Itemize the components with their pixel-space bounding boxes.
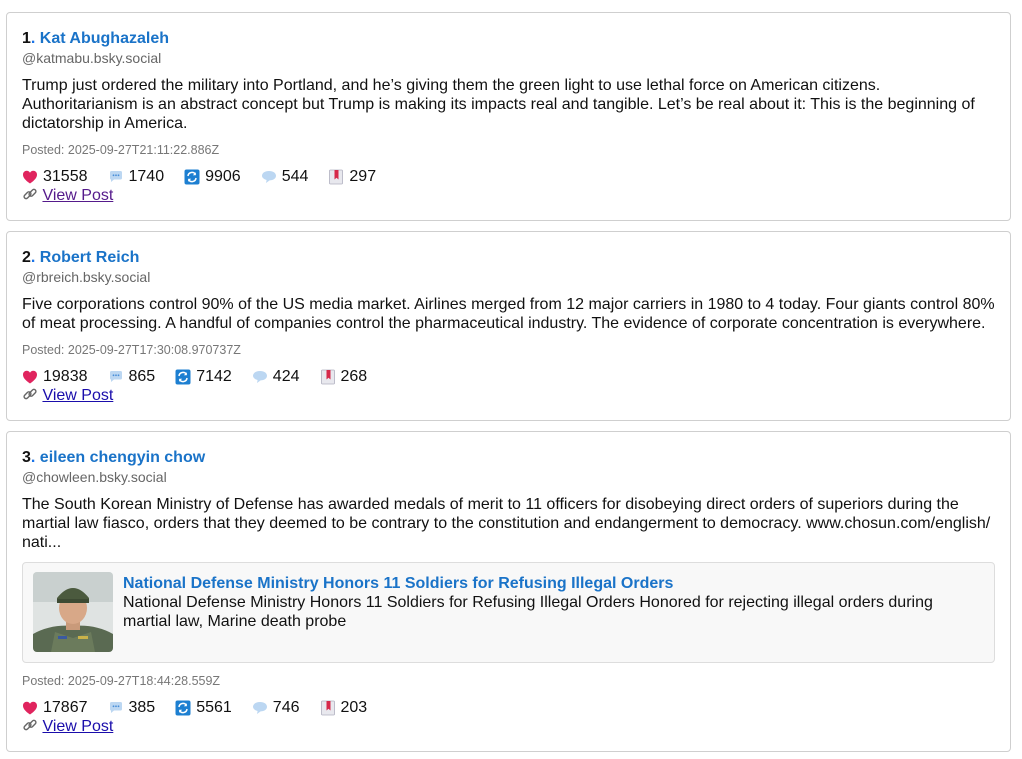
heart-icon <box>22 369 38 385</box>
post-number: 2 <box>22 249 31 266</box>
bookmarks-count: 297 <box>349 168 377 185</box>
author-link[interactable]: Robert Reich <box>40 249 140 266</box>
link-icon <box>22 717 38 733</box>
likes-count: 19838 <box>43 368 88 385</box>
author-handle: @rbreich.bsky.social <box>22 269 151 285</box>
post-text: The South Korean Ministry of Defense has… <box>22 496 991 551</box>
reply-bubble-icon <box>108 169 124 185</box>
view-post: View Post <box>22 717 113 737</box>
post-number: 3 <box>22 449 31 466</box>
link-preview-description: National Defense Ministry Honors 11 Sold… <box>123 594 933 630</box>
link-preview-thumbnail <box>33 572 113 652</box>
quotes-count: 746 <box>272 699 300 716</box>
bookmarks-stat: 297 <box>328 167 376 187</box>
reposts-count: 5561 <box>196 699 232 716</box>
post-card: 3. eileen chengyin chow @chowleen.bsky.s… <box>6 431 1011 752</box>
quotes-count: 424 <box>272 368 300 385</box>
soldier-photo-icon <box>33 572 113 652</box>
heart-icon <box>22 169 38 185</box>
link-icon <box>22 386 38 402</box>
reply-bubble-icon <box>108 369 124 385</box>
quote-bubble-icon <box>261 169 277 185</box>
post-stats: 17867 385 5561 746 203 <box>22 698 387 718</box>
post-title: 1. Kat Abughazaleh <box>22 30 169 47</box>
link-preview-title[interactable]: National Defense Ministry Honors 11 Sold… <box>123 574 673 593</box>
replies-count: 865 <box>128 368 156 385</box>
replies-stat: 865 <box>108 367 156 387</box>
post-text: Trump just ordered the military into Por… <box>22 77 975 132</box>
quote-bubble-icon <box>252 700 268 716</box>
author-link[interactable]: eileen chengyin chow <box>40 449 205 466</box>
author-handle: @katmabu.bsky.social <box>22 50 162 66</box>
link-icon <box>22 186 38 202</box>
quotes-count: 544 <box>281 168 309 185</box>
reposts-stat: 9906 <box>184 167 241 187</box>
replies-count: 385 <box>128 699 156 716</box>
replies-stat: 1740 <box>108 167 165 187</box>
post-card: 2. Robert Reich @rbreich.bsky.social Fiv… <box>6 231 1011 421</box>
replies-count: 1740 <box>128 168 165 185</box>
repost-icon <box>184 169 200 185</box>
view-post: View Post <box>22 386 113 406</box>
bookmark-icon <box>320 369 336 385</box>
replies-stat: 385 <box>108 698 156 718</box>
post-stats: 31558 1740 9906 544 297 <box>22 167 396 187</box>
bookmarks-count: 268 <box>340 368 368 385</box>
bookmarks-stat: 268 <box>320 367 368 387</box>
view-post-link[interactable]: View Post <box>42 187 113 204</box>
bookmarks-stat: 203 <box>320 698 368 718</box>
post-number: 1 <box>22 30 31 47</box>
post-timestamp: Posted: 2025-09-27T21:11:22.886Z <box>22 143 220 157</box>
likes-count: 31558 <box>43 168 88 185</box>
reposts-stat: 5561 <box>175 698 232 718</box>
link-preview-card[interactable]: National Defense Ministry Honors 11 Sold… <box>22 562 995 663</box>
view-post-link[interactable]: View Post <box>42 387 113 404</box>
bookmarks-count: 203 <box>340 699 368 716</box>
quotes-stat: 544 <box>261 167 309 187</box>
post-title: 2. Robert Reich <box>22 249 140 266</box>
likes-count: 17867 <box>43 699 88 716</box>
post-stats: 19838 865 7142 424 268 <box>22 367 387 387</box>
post-card: 1. Kat Abughazaleh @katmabu.bsky.social … <box>6 12 1011 221</box>
likes-stat: 19838 <box>22 367 88 387</box>
post-timestamp: Posted: 2025-09-27T17:30:08.970737Z <box>22 343 241 357</box>
reposts-count: 9906 <box>205 168 241 185</box>
reply-bubble-icon <box>108 700 124 716</box>
view-post: View Post <box>22 186 113 206</box>
view-post-link[interactable]: View Post <box>42 718 113 735</box>
author-handle: @chowleen.bsky.social <box>22 469 167 485</box>
post-timestamp: Posted: 2025-09-27T18:44:28.559Z <box>22 674 221 688</box>
bookmark-icon <box>320 700 336 716</box>
reposts-count: 7142 <box>196 368 232 385</box>
author-link[interactable]: Kat Abughazaleh <box>40 30 169 47</box>
reposts-stat: 7142 <box>175 367 232 387</box>
repost-icon <box>175 369 191 385</box>
heart-icon <box>22 700 38 716</box>
bookmark-icon <box>328 169 344 185</box>
post-title: 3. eileen chengyin chow <box>22 449 206 466</box>
likes-stat: 31558 <box>22 167 88 187</box>
quotes-stat: 424 <box>252 367 300 387</box>
quote-bubble-icon <box>252 369 268 385</box>
quotes-stat: 746 <box>252 698 300 718</box>
repost-icon <box>175 700 191 716</box>
post-text: Five corporations control 90% of the US … <box>22 296 995 332</box>
likes-stat: 17867 <box>22 698 88 718</box>
